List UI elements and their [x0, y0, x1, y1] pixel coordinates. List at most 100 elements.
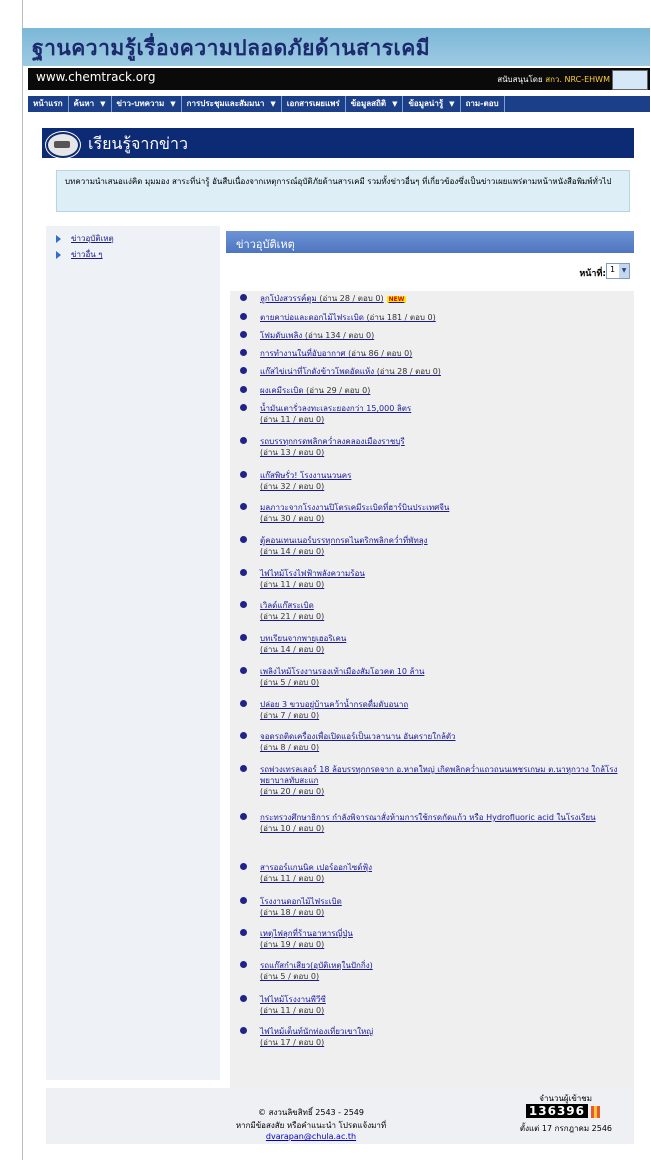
news-entry: รถบรรทุกกรดพลิกคว่ำลงคลองเมืองราชบุรี (อ่…: [260, 436, 630, 458]
nav-item[interactable]: หน้าแรก: [28, 96, 69, 112]
news-icon: [46, 132, 80, 158]
news-link[interactable]: บทเรียนจากพายุเฮอริเคน: [260, 634, 346, 643]
sidebar-item-other-news[interactable]: ข่าวอื่น ๆ: [56, 248, 103, 261]
sidebar: ข่าวอุบัติเหตุ ข่าวอื่น ๆ: [46, 226, 220, 1080]
news-link[interactable]: น้ำมันเตารั่วลงทะเลระยองกว่า 15,000 ลิตร: [260, 404, 411, 413]
bullet-icon: [240, 404, 247, 411]
bullet-icon: [240, 569, 247, 576]
read-reply-count: (อ่าน 32 / ตอบ 0): [260, 482, 325, 491]
news-entry: โฟมดับเพลิง (อ่าน 134 / ตอบ 0): [260, 330, 630, 341]
sponsor-text: สนับสนุนโดย สกว. NRC-EHWM: [497, 73, 610, 86]
news-link[interactable]: โรงงานดอกไม้ไฟระเบิด: [260, 897, 342, 906]
nav-item[interactable]: ข้อมูลน่ารู้ ▼: [403, 96, 461, 112]
bullet-icon: [240, 863, 247, 870]
news-link[interactable]: ผงเคมีระเบิด: [260, 386, 304, 395]
read-reply-count: (อ่าน 14 / ตอบ 0): [260, 645, 325, 654]
sidebar-item-accidents[interactable]: ข่าวอุบัติเหตุ: [56, 232, 114, 245]
news-link[interactable]: ตู้คอนเทนเนอร์บรรทุกกรดไนตริกพลิกคว่ำที่…: [260, 536, 428, 545]
news-link[interactable]: เหตุไฟลุกที่ร้านอาหารญี่ปุ่น: [260, 929, 353, 938]
sponsor-logo-icon[interactable]: [612, 70, 648, 90]
contact-prefix: หากมีข้อสงสัย หรือคำแนะนำ โปรดแจ้งมาที่: [235, 1121, 387, 1130]
news-entry: รถแก๊สกำเสียว(อุบัติเหตุในปักกิ่ง) (อ่าน …: [260, 960, 630, 982]
footer-copyright: © สงวนลิขสิทธิ์ 2543 - 2549 หากมีข้อสงสั…: [196, 1106, 426, 1141]
triangle-bullet-icon: [56, 250, 61, 259]
nav-item[interactable]: ค้นหา ▼: [69, 96, 112, 112]
news-link[interactable]: เวิลด์แก๊สระเบิด: [260, 601, 314, 610]
counter-bars-icon: [591, 1106, 600, 1118]
page-select-value: 1: [610, 265, 616, 274]
sponsor-org[interactable]: สกว. NRC-EHWM: [545, 75, 610, 84]
news-entry: แก๊สไข่เน่าที่โกดังข้าวโพดอัดแห้ง (อ่าน …: [260, 366, 630, 377]
read-reply-count: (อ่าน 5 / ตอบ 0): [260, 972, 320, 981]
nav-item-label: ถาม-ตอบ: [465, 99, 499, 108]
read-reply-count: (อ่าน 30 / ตอบ 0): [260, 514, 325, 523]
read-reply-count: (อ่าน 19 / ตอบ 0): [260, 940, 325, 949]
news-link[interactable]: จอดรถติดเครื่องเพื่อเปิดแอร์เป็นเวลานาน …: [260, 732, 456, 741]
bullet-icon: [240, 386, 247, 393]
news-list: ลูกโป่งสวรรค์ตูม (อ่าน 28 / ตอบ 0) NEW ตาย…: [230, 291, 634, 1091]
news-link[interactable]: กระทรวงศึกษาธิการ กำลังพิจารณาสั่งห้ามกา…: [260, 813, 596, 822]
news-entry: ตู้คอนเทนเนอร์บรรทุกกรดไนตริกพลิกคว่ำที่…: [260, 535, 630, 557]
counter-since: ตั้งแต่ 17 กรกฎาคม 2546: [519, 1124, 612, 1133]
news-link[interactable]: เพลิงไหม้โรงงานรองเท้าเมืองสัมโอวคต 10 ล…: [260, 667, 424, 676]
news-link[interactable]: ไฟไหม้โรงงานพีวีซี: [260, 995, 326, 1004]
nav-item-label: การประชุมและสัมมนา: [186, 99, 265, 108]
news-link[interactable]: ตายคาบ่อและดอกไม้ไฟระเบิด: [260, 313, 364, 322]
read-reply-count: (อ่าน 181 / ตอบ 0): [366, 313, 436, 322]
copyright-text: © สงวนลิขสิทธิ์ 2543 - 2549: [258, 1108, 364, 1117]
news-link[interactable]: แก๊สพิษรั่ว! โรงงานนวนคร: [260, 471, 351, 480]
sidebar-item-label: ข่าวอุบัติเหตุ: [71, 234, 114, 243]
bullet-icon: [240, 995, 247, 1002]
section-title: ข่าวอุบัติเหตุ: [236, 238, 295, 251]
nav-item[interactable]: ถาม-ตอบ: [461, 96, 505, 112]
news-link[interactable]: การทำงานในที่อับอากาศ: [260, 349, 346, 358]
read-reply-count: (อ่าน 11 / ตอบ 0): [260, 1006, 325, 1015]
news-entry: การทำงานในที่อับอากาศ (อ่าน 86 / ตอบ 0): [260, 348, 630, 359]
news-entry: ผงเคมีระเบิด (อ่าน 29 / ตอบ 0): [260, 385, 630, 396]
news-link[interactable]: มลภาวะจากโรงงานปิโตรเคมีระเบิดที่ฮาร์บิน…: [260, 503, 449, 512]
news-link[interactable]: ไฟไหม้เต็นท์นักท่องเที่ยวเขาใหญ่: [260, 1027, 373, 1036]
news-link[interactable]: ปล่อย 3 ขวบอยู่บ้านคว้าน้ำกรดดื่มดับอนาถ: [260, 700, 408, 709]
news-link[interactable]: รถพ่วงเทรลเลอร์ 18 ล้อบรรทุกกรดจาก อ.หาด…: [260, 765, 617, 785]
news-link[interactable]: รถแก๊สกำเสียว(อุบัติเหตุในปักกิ่ง): [260, 961, 373, 970]
chevron-down-icon[interactable]: ▼: [619, 264, 629, 278]
read-reply-count: (อ่าน 5 / ตอบ 0): [260, 678, 320, 687]
news-entry: ลูกโป่งสวรรค์ตูม (อ่าน 28 / ตอบ 0) NEW: [260, 293, 630, 305]
news-entry: แก๊สพิษรั่ว! โรงงานนวนคร (อ่าน 32 / ตอบ 0…: [260, 470, 630, 492]
page-select[interactable]: 1 ▼: [606, 263, 630, 279]
chevron-down-icon[interactable]: ▼: [270, 100, 275, 108]
bullet-icon: [240, 634, 247, 641]
nav-item[interactable]: ข้อมูลสถิติ ▼: [346, 96, 404, 112]
chevron-down-icon[interactable]: ▼: [392, 100, 397, 108]
read-reply-count: (อ่าน 8 / ตอบ 0): [260, 743, 320, 752]
bullet-icon: [240, 331, 247, 338]
bullet-icon: [240, 667, 247, 674]
news-entry: เพลิงไหม้โรงงานรองเท้าเมืองสัมโอวคต 10 ล…: [260, 666, 630, 688]
chevron-down-icon[interactable]: ▼: [100, 100, 105, 108]
chevron-down-icon[interactable]: ▼: [170, 100, 175, 108]
bullet-icon: [240, 367, 247, 374]
nav-item[interactable]: การประชุมและสัมมนา ▼: [182, 96, 282, 112]
news-entry: ไฟไหม้โรงงานพีวีซี (อ่าน 11 / ตอบ 0): [260, 994, 630, 1016]
nav-item[interactable]: เอกสารเผยแพร่: [282, 96, 346, 112]
bullet-icon: [240, 961, 247, 968]
new-badge: NEW: [386, 296, 407, 303]
news-link[interactable]: รถบรรทุกกรดพลิกคว่ำลงคลองเมืองราชบุรี: [260, 437, 405, 446]
news-link[interactable]: แก๊สไข่เน่าที่โกดังข้าวโพดอัดแห้ง: [260, 367, 374, 376]
news-link[interactable]: ไฟไหม้โรงไฟฟ้าพลังความร้อน: [260, 569, 365, 578]
triangle-bullet-icon: [56, 234, 61, 243]
news-link[interactable]: สารออร์แกนนิค เปอร์ออกไซด์ฟุ้ง: [260, 863, 372, 872]
news-link[interactable]: โฟมดับเพลิง: [260, 331, 302, 340]
news-entry: ไฟไหม้โรงไฟฟ้าพลังความร้อน (อ่าน 11 / ตอบ…: [260, 568, 630, 590]
news-link[interactable]: ลูกโป่งสวรรค์ตูม: [260, 294, 317, 303]
news-entry: จอดรถติดเครื่องเพื่อเปิดแอร์เป็นเวลานาน …: [260, 731, 630, 753]
page-number-label: หน้าที่:: [579, 269, 606, 279]
nav-item[interactable]: ข่าว-บทความ ▼: [112, 96, 182, 112]
chevron-down-icon[interactable]: ▼: [449, 100, 454, 108]
nav-item-label: ข้อมูลน่ารู้: [408, 99, 444, 108]
bullet-icon: [240, 437, 247, 444]
read-reply-count: (อ่าน 17 / ตอบ 0): [260, 1038, 325, 1047]
nav-item-label: หน้าแรก: [33, 99, 63, 108]
contact-email-link[interactable]: dvarapan@chula.ac.th: [266, 1132, 356, 1141]
news-entry: โรงงานดอกไม้ไฟระเบิด (อ่าน 18 / ตอบ 0): [260, 896, 630, 918]
